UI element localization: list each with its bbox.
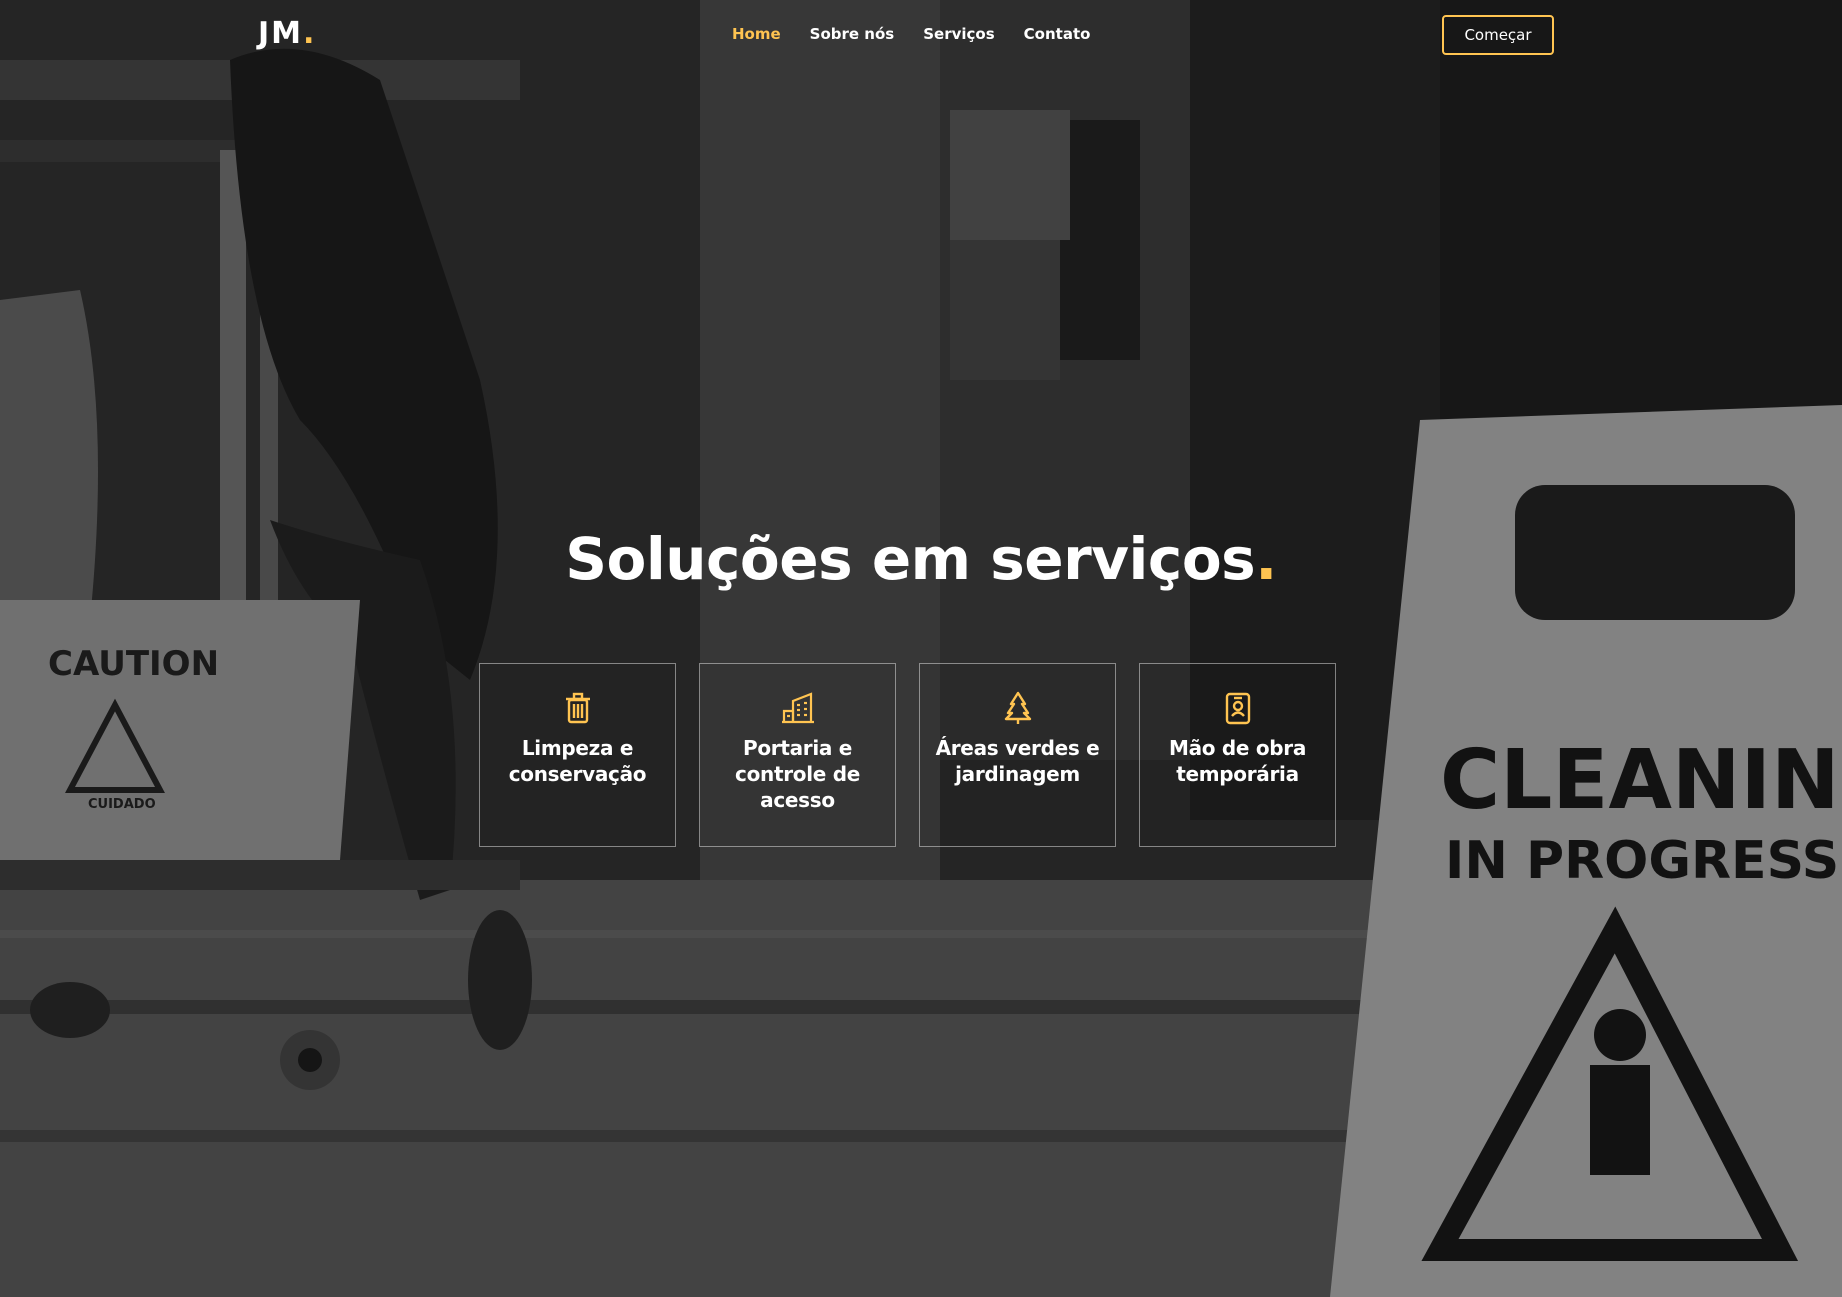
service-card-label: Mão de obra temporária [1168,736,1307,786]
hero-background-photo: CAUTION CUIDADO CLEANING IN PROGRESS [0,0,1842,1297]
service-card-limpeza[interactable]: Limpeza e conservação [479,663,676,847]
trash-icon [561,691,595,725]
hero-title: Soluções em serviços. [0,525,1842,593]
nav-item-contato[interactable]: Contato [1024,25,1091,43]
service-card-areas-verdes[interactable]: Áreas verdes e jardinagem [919,663,1116,847]
hero-title-text: Soluções em serviços [565,525,1256,593]
logo-dot: . [303,16,317,51]
service-card-label: Limpeza e conservação [508,736,647,786]
tree-icon [1001,691,1035,725]
site-header: JM. Home Sobre nós Serviços Contato Come… [0,0,1842,72]
building-icon [781,691,815,725]
service-card-portaria[interactable]: Portaria e controle de acesso [699,663,896,847]
logo[interactable]: JM. [258,16,316,51]
logo-text: JM [258,16,304,51]
services-list: Limpeza e conservação Portaria e control… [479,663,1336,847]
service-card-label: Portaria e controle de acesso [735,736,860,812]
service-card-mao-de-obra[interactable]: Mão de obra temporária [1139,663,1336,847]
service-card-label: Áreas verdes e jardinagem [935,736,1100,786]
badge-icon [1221,691,1255,725]
dark-overlay [0,0,1842,1297]
nav-item-servicos[interactable]: Serviços [923,25,994,43]
nav-item-sobre-nos[interactable]: Sobre nós [810,25,895,43]
main-nav: Home Sobre nós Serviços Contato [732,25,1119,43]
hero-title-dot: . [1255,525,1277,593]
nav-item-home[interactable]: Home [732,25,781,43]
get-started-button[interactable]: Começar [1442,15,1554,55]
